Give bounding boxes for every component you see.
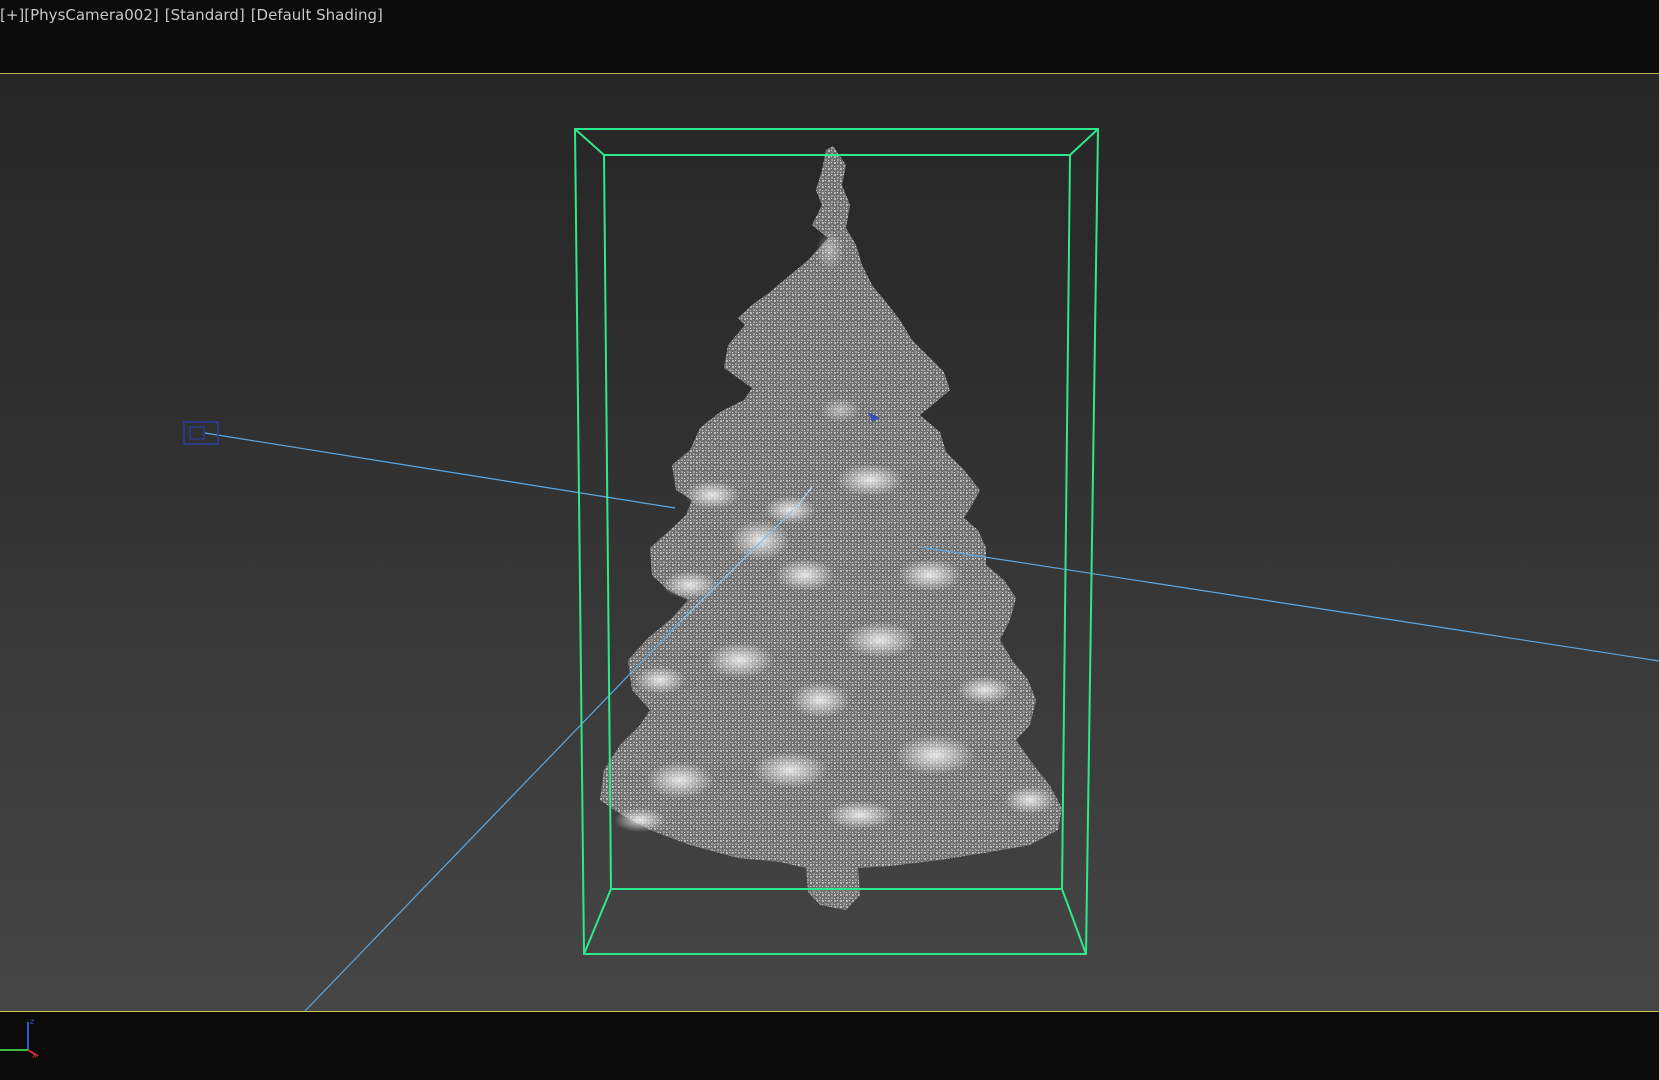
viewport-scene[interactable] [0,0,1659,1080]
camera-icon[interactable] [183,421,219,445]
viewport-window: [+] [PhysCamera002] [Standard] [Default … [0,0,1659,1080]
svg-text:z: z [30,1017,34,1026]
axis-tripod-icon: z x [0,1017,39,1058]
svg-text:x: x [32,1051,37,1058]
point-cloud-tree[interactable] [600,146,1062,910]
bottom-bar [0,1012,1659,1080]
